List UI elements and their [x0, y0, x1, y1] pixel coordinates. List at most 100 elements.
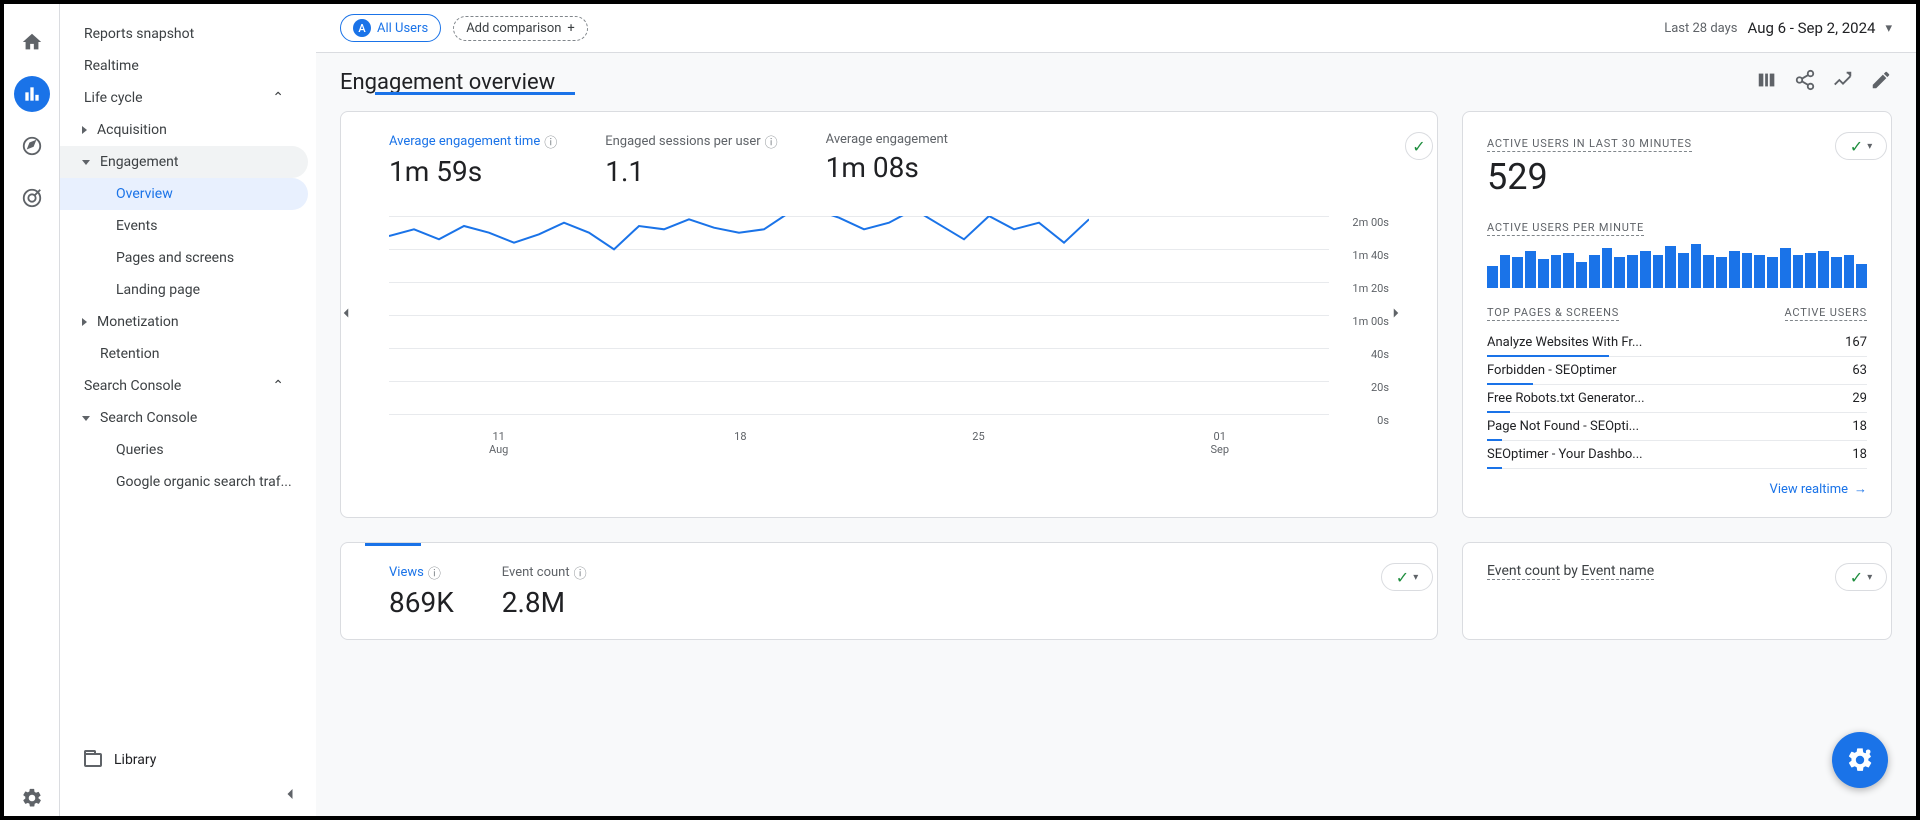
metric-tab-avg-engagement2[interactable]: Average engagement 1m 08s	[826, 132, 948, 184]
tab-indicator	[375, 92, 575, 95]
metric-label: Average engagement time	[389, 134, 540, 149]
library-label: Library	[114, 752, 156, 768]
user-count: 29	[1852, 391, 1867, 406]
check-icon: ✓	[1850, 568, 1863, 587]
help-icon[interactable]: ⓘ	[574, 563, 587, 582]
sidebar-item-organic-traffic[interactable]: Google organic search traf...	[60, 466, 308, 498]
realtime-table-body: Analyze Websites With Fr... 167 Forbidden …	[1487, 329, 1867, 469]
minute-bars	[1487, 244, 1867, 288]
arrow-right-icon: →	[1854, 481, 1867, 497]
help-icon[interactable]: ⓘ	[428, 563, 441, 582]
table-row[interactable]: Free Robots.txt Generator...29	[1487, 385, 1867, 413]
metric-label: Average engagement	[826, 132, 948, 147]
advertising-icon[interactable]	[14, 180, 50, 216]
sidebar-section-label: Life cycle	[84, 90, 143, 106]
share-icon[interactable]	[1794, 69, 1816, 95]
by-text: by	[1560, 563, 1581, 579]
page-name: SEOptimer - Your Dashbo...	[1487, 447, 1643, 462]
explore-icon[interactable]	[14, 128, 50, 164]
main-content: A All Users Add comparison + Last 28 day…	[316, 4, 1916, 816]
sidebar-item-monetization[interactable]: Monetization	[60, 306, 308, 338]
realtime-card: ✓▾ ACTIVE USERS IN LAST 30 MINUTES 529 A…	[1462, 111, 1892, 518]
sidebar-item-overview[interactable]: Overview	[60, 178, 308, 210]
page-name: Analyze Websites With Fr...	[1487, 335, 1642, 350]
reports-icon[interactable]	[14, 76, 50, 112]
sidebar-item-realtime[interactable]: Realtime	[60, 50, 308, 82]
views-card: ✓▾ Viewsⓘ 869K Event countⓘ 2.8M	[340, 542, 1438, 640]
home-icon[interactable]	[14, 24, 50, 60]
sidebar-section-life-cycle[interactable]: Life cycle ⌃	[60, 82, 308, 114]
chip-all-users[interactable]: A All Users	[340, 14, 441, 42]
assistant-fab[interactable]	[1832, 732, 1888, 788]
metric-label: Views	[389, 565, 424, 580]
quality-badge-dropdown[interactable]: ✓▾	[1835, 563, 1887, 591]
sidebar-item-search-console-sub[interactable]: Search Console	[60, 402, 308, 434]
help-icon[interactable]: ⓘ	[765, 132, 778, 151]
chip-label: Add comparison	[466, 21, 561, 36]
date-range-value: Aug 6 - Sep 2, 2024	[1748, 19, 1876, 37]
sidebar-item-engagement[interactable]: Engagement	[60, 146, 308, 178]
settings-icon[interactable]	[14, 780, 50, 816]
page-name: Forbidden - SEOptimer	[1487, 363, 1617, 378]
realtime-title: ACTIVE USERS IN LAST 30 MINUTES	[1487, 137, 1692, 152]
realtime-table-header: TOP PAGES & SCREENS ACTIVE USERS	[1487, 306, 1867, 321]
metric-tab-avg-engagement[interactable]: Average engagement time ⓘ 1m 59s	[389, 132, 557, 188]
sparkline	[389, 216, 1089, 416]
quality-badge[interactable]: ✓	[1405, 132, 1433, 160]
check-icon: ✓	[1396, 568, 1409, 587]
metric-value: 1m 59s	[389, 155, 557, 188]
event-count-text: Event count	[1487, 563, 1560, 580]
sidebar-item-pages-screens[interactable]: Pages and screens	[60, 242, 308, 274]
metric-tab-event-count[interactable]: Event countⓘ 2.8M	[502, 563, 587, 619]
view-realtime-link[interactable]: View realtime →	[1487, 481, 1867, 497]
tab-indicator	[365, 543, 421, 546]
metric-tab-views[interactable]: Viewsⓘ 869K	[389, 563, 454, 619]
metric-label: Event count	[502, 565, 570, 580]
date-range-picker[interactable]: Last 28 days Aug 6 - Sep 2, 2024 ▾	[1664, 19, 1892, 37]
period-label: Last 28 days	[1664, 21, 1737, 36]
insights-icon[interactable]	[1832, 69, 1854, 95]
next-metric-button[interactable]	[1387, 304, 1405, 326]
realtime-subtitle: ACTIVE USERS PER MINUTE	[1487, 221, 1644, 236]
quality-badge-dropdown[interactable]: ✓▾	[1835, 132, 1887, 160]
link-label: View realtime	[1770, 482, 1848, 497]
folder-icon	[84, 753, 102, 767]
chip-badge: A	[353, 19, 371, 37]
check-icon: ✓	[1850, 137, 1863, 156]
prev-metric-button[interactable]	[337, 304, 355, 326]
sidebar-item-retention[interactable]: Retention	[60, 338, 308, 370]
sidebar-section-label: Search Console	[84, 378, 181, 394]
sidebar-item-acquisition[interactable]: Acquisition	[60, 114, 308, 146]
sidebar-section-search-console[interactable]: Search Console ⌃	[60, 370, 308, 402]
collapse-sidebar-button[interactable]	[280, 784, 300, 808]
table-row[interactable]: Analyze Websites With Fr... 167	[1487, 329, 1867, 357]
chevron-down-icon: ▾	[1885, 21, 1892, 36]
engagement-chart: 2m 00s1m 40s1m 20s1m 00s40s20s0s 11Aug18…	[389, 216, 1389, 456]
chevron-down-icon: ▾	[1867, 572, 1872, 583]
table-row[interactable]: Forbidden - SEOptimer 63	[1487, 357, 1867, 385]
sidebar-item-queries[interactable]: Queries	[60, 434, 308, 466]
help-icon[interactable]: ⓘ	[544, 132, 557, 151]
user-count: 18	[1852, 419, 1867, 434]
metric-tab-engaged-sessions[interactable]: Engaged sessions per userⓘ 1.1	[605, 132, 777, 188]
edit-icon[interactable]	[1870, 69, 1892, 95]
sidebar-item-reports-snapshot[interactable]: Reports snapshot	[60, 18, 308, 50]
engagement-card: ✓ Average engagement time ⓘ 1m 59s Engage…	[340, 111, 1438, 518]
sidebar-item-landing-page[interactable]: Landing page	[60, 274, 308, 306]
table-row[interactable]: SEOptimer - Your Dashbo... 18	[1487, 441, 1867, 469]
user-count: 18	[1852, 447, 1867, 462]
sidebar-item-events[interactable]: Events	[60, 210, 308, 242]
user-count: 63	[1852, 363, 1867, 378]
table-row[interactable]: Page Not Found - SEOpti...18	[1487, 413, 1867, 441]
icon-rail	[4, 4, 60, 816]
sidebar-item-library[interactable]: Library	[60, 744, 316, 776]
col-users: ACTIVE USERS	[1785, 306, 1868, 321]
realtime-value: 529	[1487, 156, 1867, 198]
compare-icon[interactable]	[1756, 69, 1778, 95]
chevron-down-icon: ▾	[1867, 141, 1872, 152]
chip-add-comparison[interactable]: Add comparison +	[453, 16, 588, 41]
metric-value: 1.1	[605, 155, 777, 188]
event-name-card: ✓▾ Event count by Event name	[1462, 542, 1892, 640]
col-pages: TOP PAGES & SCREENS	[1487, 306, 1619, 321]
user-count: 167	[1845, 335, 1867, 350]
